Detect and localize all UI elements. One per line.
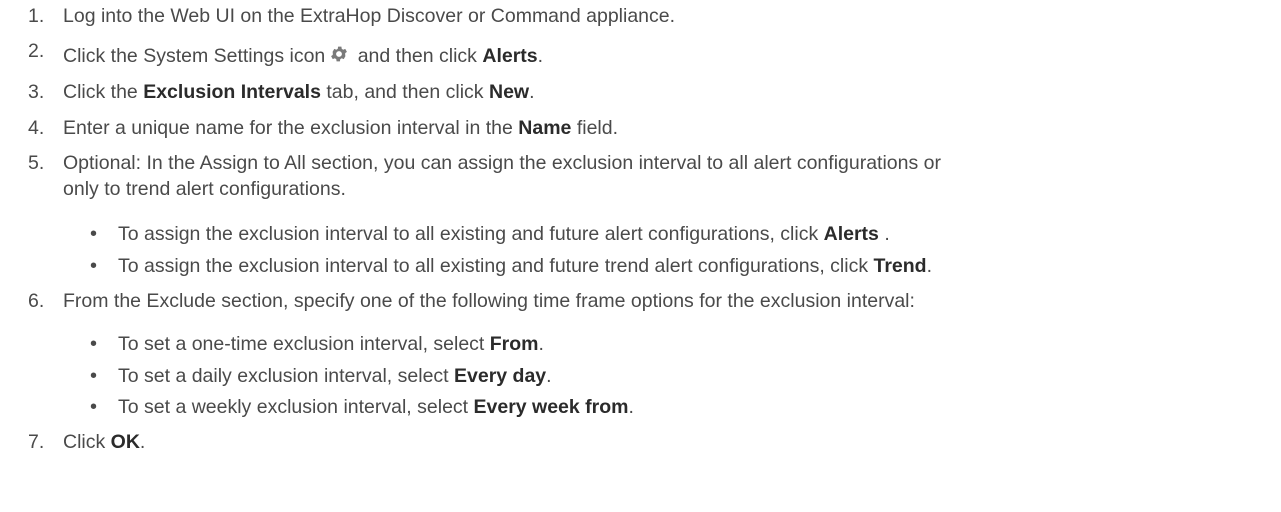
step-number: 2. [28,40,45,62]
step-number: 1. [28,5,45,27]
bold-term: Name [518,117,572,139]
bold-term: Alerts [823,223,879,245]
gear-icon [331,46,348,62]
bold-term: Every week from [473,396,629,418]
bullet-icon: • [90,255,98,277]
step-text: Click the System Settings icon [63,45,326,67]
bold-term: OK [110,431,140,453]
step-text: and then click [352,45,483,67]
bold-term: Trend [873,255,927,277]
bullet-icon: • [90,223,98,245]
bold-term: New [488,81,530,103]
step-number: 5. [28,152,45,174]
step-number: 4. [28,117,45,139]
bold-term: From [489,333,539,355]
bold-term: Exclusion Intervals [143,81,321,103]
bullet-icon: • [90,396,98,418]
bullet-icon: • [90,365,98,387]
bullet-icon: • [90,333,98,355]
bold-term: Every day [454,365,547,387]
step-text: Log into the Web UI on the ExtraHop Disc… [63,5,676,27]
step-text-line-1: Optional: In the Assign to All section, … [63,152,941,174]
step-number: 3. [28,81,45,103]
step-number: 7. [28,431,45,453]
step-text-line-2: only to trend alert configurations. [63,178,346,200]
step-number: 6. [28,290,45,312]
bold-term: Alerts [482,45,538,67]
